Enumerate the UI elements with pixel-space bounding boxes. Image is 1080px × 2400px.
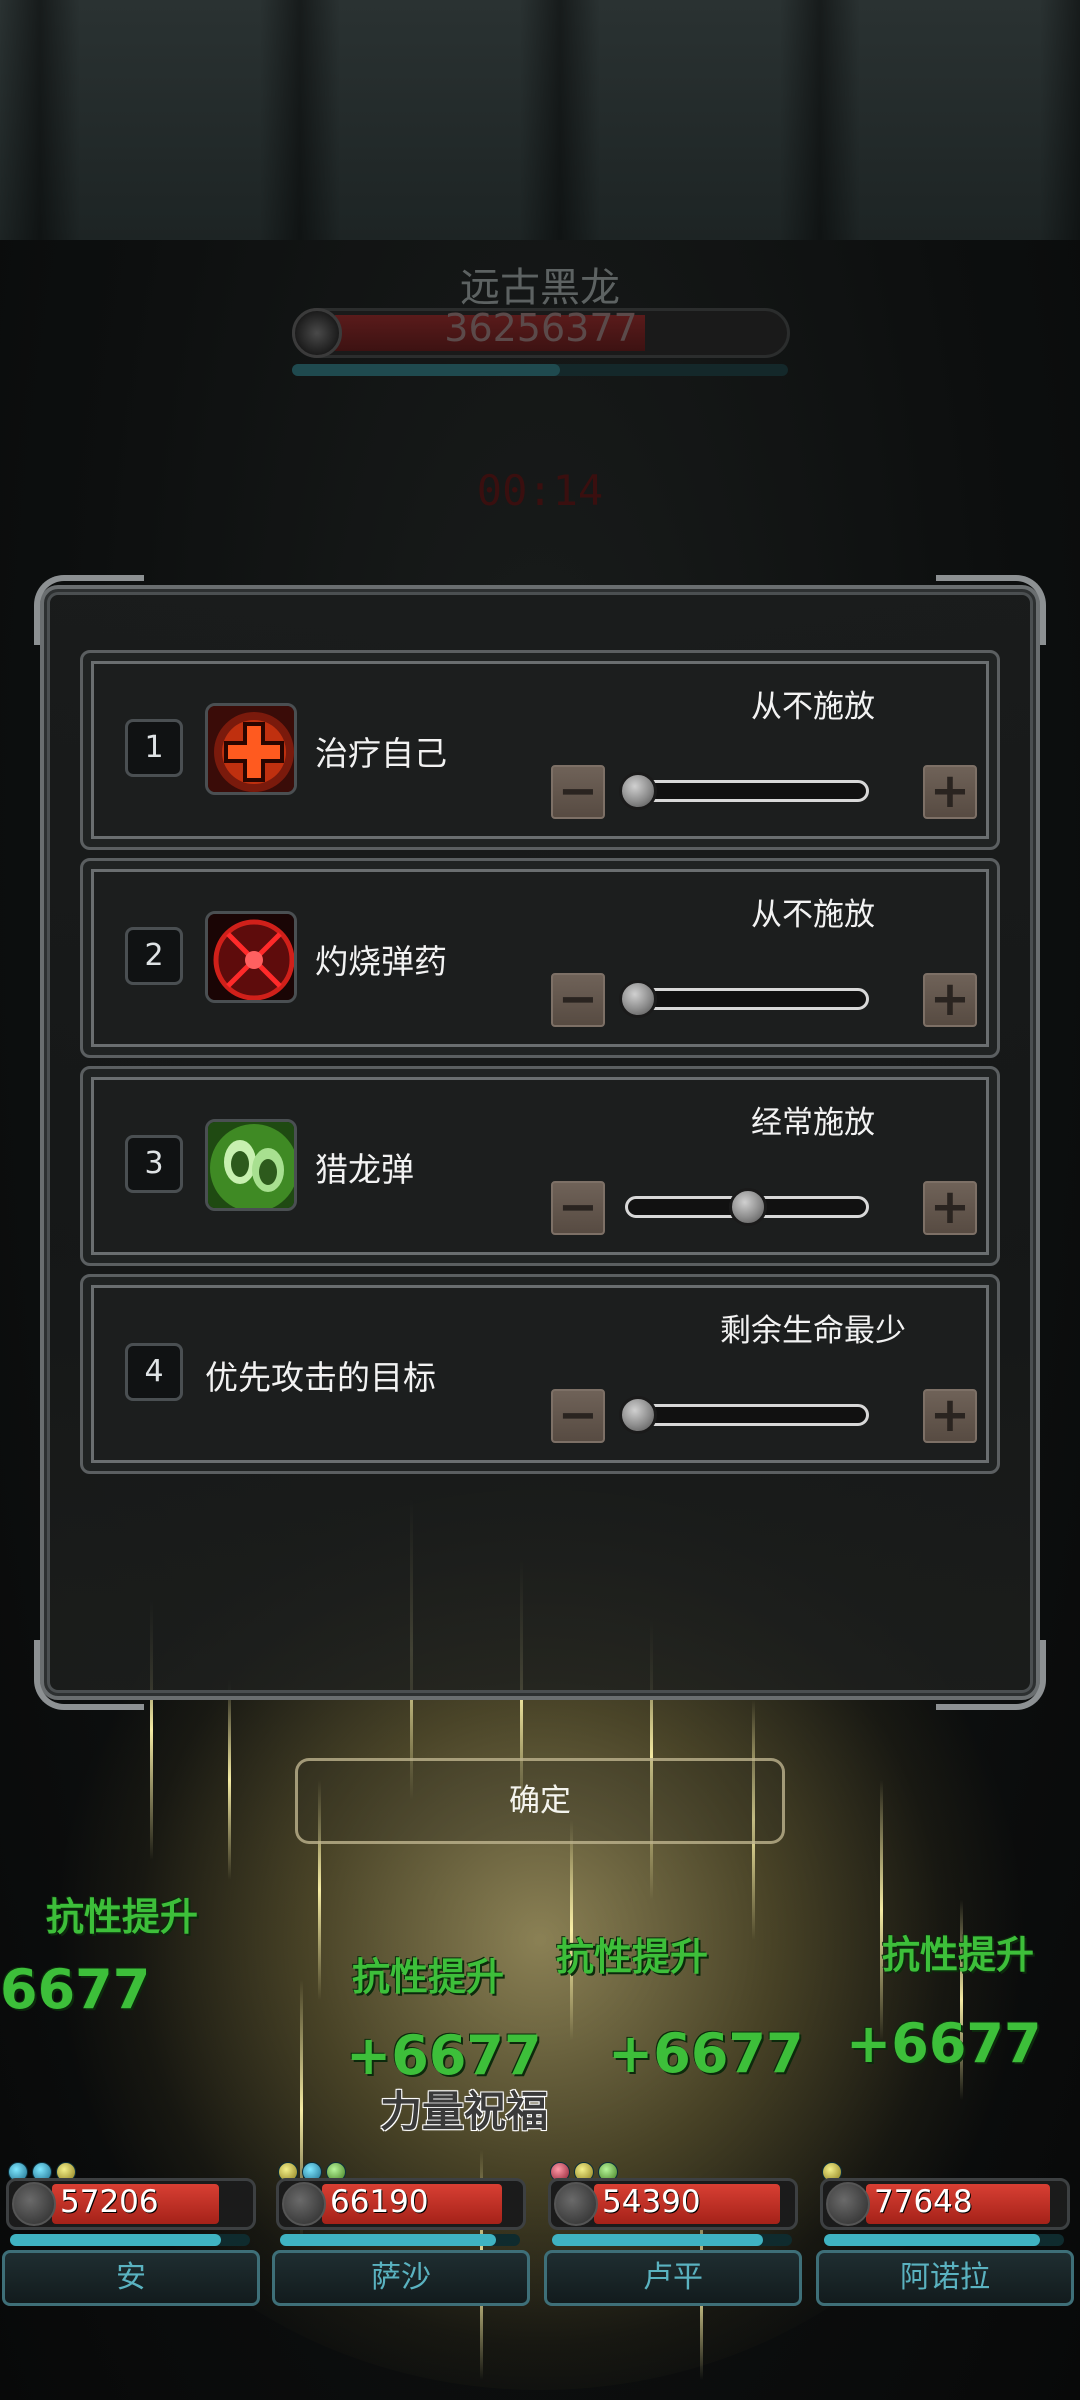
hero-name-button[interactable]: 安	[2, 2250, 260, 2306]
hero-name-button[interactable]: 阿诺拉	[816, 2250, 1074, 2306]
increase-button[interactable]: +	[923, 765, 977, 819]
skill-index-badge: 4	[125, 1343, 183, 1401]
slider-handle[interactable]	[729, 1188, 767, 1226]
decrease-button[interactable]: −	[551, 1181, 605, 1235]
boss-name: 远古黑龙	[460, 265, 620, 311]
party-member-4: 77648 阿诺拉	[816, 2160, 1074, 2310]
skill-name: 治疗自己	[315, 734, 447, 773]
slider-handle[interactable]	[619, 1396, 657, 1434]
skill-name: 灼烧弹药	[315, 942, 447, 981]
cast-frequency-slider[interactable]	[625, 780, 869, 802]
mp-fill	[824, 2234, 1040, 2246]
slider-handle[interactable]	[619, 980, 657, 1018]
panel-corner-ornament	[936, 575, 1046, 645]
skill-index-badge: 2	[125, 927, 183, 985]
boss-energy-fill	[292, 364, 560, 376]
buff-name-text: 力量祝福	[380, 2087, 549, 2136]
decrease-button[interactable]: −	[551, 1389, 605, 1443]
skill-index-badge: 3	[125, 1135, 183, 1193]
confirm-button[interactable]: 确定	[295, 1758, 785, 1844]
increase-button[interactable]: +	[923, 1389, 977, 1443]
skill-index-badge: 1	[125, 719, 183, 777]
skill-row-3: 3 猎龙弹 经常施放 − +	[80, 1066, 1000, 1266]
cast-frequency-label: 从不施放	[751, 897, 875, 933]
heal-number-text: 6677	[0, 1958, 151, 2021]
weapon-icon	[12, 2182, 56, 2226]
heal-number-text: +6677	[608, 2022, 804, 2085]
battle-timer: 00:14	[476, 466, 604, 515]
hp-value: 77648	[874, 2184, 973, 2220]
resist-up-text: 抗性提升	[556, 1935, 709, 1979]
resist-up-text: 抗性提升	[882, 1933, 1035, 1977]
resist-up-text: 抗性提升	[352, 1955, 505, 1999]
hp-value: 54390	[602, 2184, 701, 2220]
skill-name: 猎龙弹	[315, 1150, 414, 1189]
cast-frequency-label: 从不施放	[751, 689, 875, 725]
light-ray	[228, 1680, 231, 1880]
heal-cross-icon	[205, 703, 297, 795]
target-priority-slider[interactable]	[625, 1404, 869, 1426]
panel-corner-ornament	[34, 1640, 144, 1710]
increase-button[interactable]: +	[923, 1181, 977, 1235]
light-ray	[880, 1780, 883, 2040]
skill-row-2: 2 灼烧弹药 从不施放 − +	[80, 858, 1000, 1058]
hero-name-button[interactable]: 卢平	[544, 2250, 802, 2306]
cast-frequency-slider[interactable]	[625, 988, 869, 1010]
mp-fill	[10, 2234, 221, 2246]
target-priority-value: 剩余生命最少	[720, 1313, 906, 1349]
decrease-button[interactable]: −	[551, 765, 605, 819]
panel-corner-ornament	[936, 1640, 1046, 1710]
slider-handle[interactable]	[619, 772, 657, 810]
weapon-icon	[554, 2182, 598, 2226]
heal-number-text: +6677	[846, 2012, 1042, 2075]
target-priority-row: 4 优先攻击的目标 剩余生命最少 − +	[80, 1274, 1000, 1474]
mp-fill	[280, 2234, 496, 2246]
resist-up-text: 抗性提升	[46, 1895, 199, 1939]
decrease-button[interactable]: −	[551, 973, 605, 1027]
increase-button[interactable]: +	[923, 973, 977, 1027]
target-priority-label: 优先攻击的目标	[205, 1358, 436, 1397]
party-member-1: 57206 安	[2, 2160, 260, 2310]
panel-corner-ornament	[34, 575, 144, 645]
hp-value: 66190	[330, 2184, 429, 2220]
hero-name-button[interactable]: 萨沙	[272, 2250, 530, 2306]
dragon-hunt-bullet-icon	[205, 1119, 297, 1211]
weapon-icon	[282, 2182, 326, 2226]
forest-background	[0, 0, 1080, 240]
party-member-3: 54390 卢平	[544, 2160, 802, 2310]
burning-ammo-icon	[205, 911, 297, 1003]
party-member-2: 66190 萨沙	[272, 2160, 530, 2310]
boss-hp-value: 36256377	[444, 306, 638, 350]
weapon-icon	[826, 2182, 870, 2226]
skill-row-1: 1 治疗自己 从不施放 − +	[80, 650, 1000, 850]
mp-fill	[552, 2234, 763, 2246]
cast-frequency-label: 经常施放	[751, 1105, 875, 1141]
hp-value: 57206	[60, 2184, 159, 2220]
